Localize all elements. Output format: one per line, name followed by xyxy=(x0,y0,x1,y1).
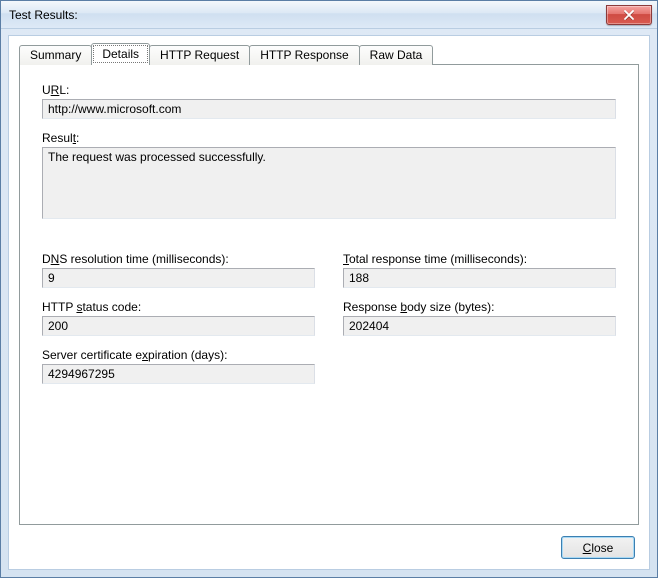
dialog-window: Test Results: Summary Details HTTP Reque… xyxy=(0,0,658,578)
status-field[interactable] xyxy=(42,316,315,336)
tab-raw-data[interactable]: Raw Data xyxy=(359,45,434,65)
url-label: URL: xyxy=(42,83,616,97)
button-bar: Close xyxy=(561,536,635,559)
dns-field[interactable] xyxy=(42,268,315,288)
tab-details[interactable]: Details xyxy=(91,43,150,65)
close-button[interactable]: Close xyxy=(561,536,635,559)
result-label: Result: xyxy=(42,131,616,145)
client-area: Summary Details HTTP Request HTTP Respon… xyxy=(8,35,650,570)
window-close-button[interactable] xyxy=(606,5,652,25)
body-size-label: Response body size (bytes): xyxy=(343,300,616,314)
status-label: HTTP status code: xyxy=(42,300,315,314)
result-field[interactable] xyxy=(42,147,616,219)
tab-http-request[interactable]: HTTP Request xyxy=(149,45,250,65)
total-label: Total response time (milliseconds): xyxy=(343,252,616,266)
close-icon xyxy=(623,10,635,20)
window-title: Test Results: xyxy=(9,8,78,22)
total-field[interactable] xyxy=(343,268,616,288)
tab-summary[interactable]: Summary xyxy=(19,45,92,65)
tab-panel-details: URL: Result: DNS resolution time (millis… xyxy=(19,64,639,525)
tab-strip: Summary Details HTTP Request HTTP Respon… xyxy=(9,36,649,64)
url-field[interactable] xyxy=(42,99,616,119)
dns-label: DNS resolution time (milliseconds): xyxy=(42,252,315,266)
body-size-field[interactable] xyxy=(343,316,616,336)
cert-label: Server certificate expiration (days): xyxy=(42,348,315,362)
cert-field[interactable] xyxy=(42,364,315,384)
tab-http-response[interactable]: HTTP Response xyxy=(249,45,359,65)
titlebar: Test Results: xyxy=(1,1,657,29)
